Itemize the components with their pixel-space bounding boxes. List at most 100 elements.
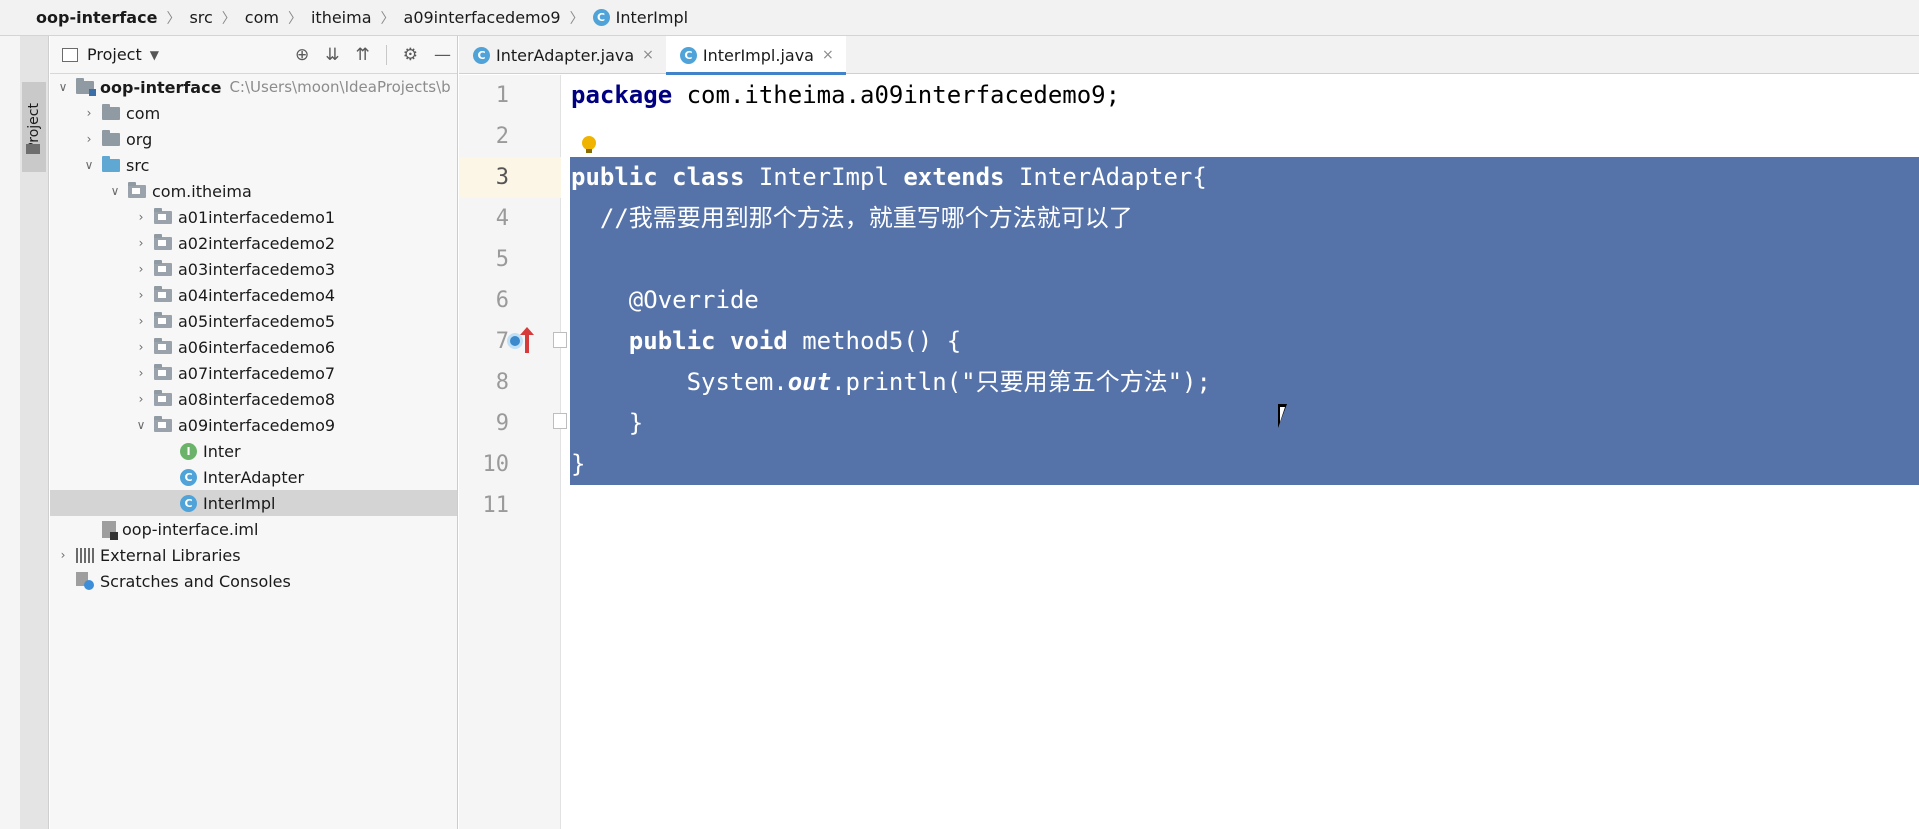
class-icon: C <box>473 46 490 64</box>
chevron-right-icon[interactable]: › <box>82 106 96 120</box>
close-icon[interactable]: × <box>822 47 834 63</box>
package-icon <box>154 233 172 250</box>
tree-item-package[interactable]: ∨ com.itheima <box>50 178 457 204</box>
library-icon <box>76 547 94 563</box>
breadcrumb-item-itheima[interactable]: itheima <box>311 8 372 27</box>
tree-item-interface[interactable]: I Inter <box>50 438 457 464</box>
tree-item-package[interactable]: › a02interfacedemo2 <box>50 230 457 256</box>
tree-item-class[interactable]: C InterAdapter <box>50 464 457 490</box>
breadcrumb-item-com[interactable]: com <box>245 8 279 27</box>
tree-item-package[interactable]: › a06interfacedemo6 <box>50 334 457 360</box>
tree-item-folder[interactable]: › com <box>50 100 457 126</box>
tree-item-source-root[interactable]: ∨ src <box>50 152 457 178</box>
line-number: 3 <box>495 165 509 190</box>
tab-interimpl-java[interactable]: C InterImpl.java × <box>665 36 846 75</box>
code-line-3: public class InterImpl extends InterAdap… <box>571 163 1207 191</box>
tree-item-package[interactable]: › a04interfacedemo4 <box>50 282 457 308</box>
tree-item-package[interactable]: › a03interfacedemo3 <box>50 256 457 282</box>
lightbulb-icon[interactable] <box>582 136 596 153</box>
package-icon <box>154 363 172 380</box>
project-view-selector[interactable]: Project <box>87 45 142 64</box>
tree-item-class-selected[interactable]: C InterImpl <box>50 490 457 516</box>
breadcrumb-separator: 〉 <box>569 10 584 27</box>
expand-all-icon[interactable]: ⇊ <box>325 45 339 65</box>
chevron-down-icon[interactable]: ∨ <box>108 184 122 198</box>
breadcrumb-item-package[interactable]: a09interfacedemo9 <box>404 8 561 27</box>
breadcrumb-item-src[interactable]: src <box>189 8 212 27</box>
chevron-down-icon[interactable]: ∨ <box>82 158 96 172</box>
project-panel-header: Project ▼ ⊕ ⇊ ⇈ ⚙ — <box>50 36 457 74</box>
fold-marker-icon[interactable] <box>553 413 567 429</box>
hide-panel-icon[interactable]: — <box>434 45 451 65</box>
code-line-1: package com.itheima.a09interfacedemo9; <box>571 81 1121 109</box>
breadcrumb-item-project[interactable]: oop-interface <box>36 8 157 27</box>
class-icon: C <box>180 468 197 486</box>
source-folder-icon <box>102 155 120 172</box>
overrides-method-icon[interactable] <box>507 333 523 349</box>
class-icon: C <box>592 9 610 26</box>
chevron-right-icon[interactable]: › <box>134 340 148 354</box>
close-icon[interactable]: × <box>642 47 654 63</box>
chevron-right-icon[interactable]: › <box>82 132 96 146</box>
project-view-icon <box>62 47 78 62</box>
chevron-down-icon[interactable]: ▼ <box>150 48 159 62</box>
chevron-right-icon[interactable]: › <box>134 210 148 224</box>
package-icon <box>154 285 172 302</box>
breadcrumb: oop-interface 〉 src 〉 com 〉 itheima 〉 a0… <box>0 0 1919 36</box>
tree-item-scratches[interactable]: Scratches and Consoles <box>50 568 457 594</box>
chevron-right-icon[interactable]: › <box>134 366 148 380</box>
line-number: 10 <box>482 452 510 477</box>
tree-item-module[interactable]: ∨ oop-interface C:\Users\moon\IdeaProjec… <box>50 74 457 100</box>
go-to-super-method-icon[interactable] <box>520 327 534 353</box>
tree-item-package[interactable]: › a05interfacedemo5 <box>50 308 457 334</box>
code-line-9: } <box>571 409 644 437</box>
class-icon: C <box>679 46 697 64</box>
line-number: 4 <box>495 206 509 231</box>
chevron-right-icon[interactable]: › <box>134 236 148 250</box>
module-file-icon <box>102 520 118 540</box>
line-number: 9 <box>495 411 509 436</box>
tree-item-file[interactable]: oop-interface.iml <box>50 516 457 542</box>
chevron-right-icon[interactable]: › <box>134 314 148 328</box>
tree-item-external-libraries[interactable]: › External Libraries <box>50 542 457 568</box>
project-toolbar: ⊕ ⇊ ⇈ ⚙ — <box>295 36 451 74</box>
tree-item-package[interactable]: › a07interfacedemo7 <box>50 360 457 386</box>
module-folder-icon <box>76 77 96 96</box>
line-number: 8 <box>495 370 509 395</box>
editor-tabs: C InterAdapter.java × C InterImpl.java × <box>459 36 1919 75</box>
chevron-right-icon[interactable]: › <box>134 288 148 302</box>
line-number: 6 <box>495 288 509 313</box>
breadcrumb-separator: 〉 <box>287 10 302 27</box>
line-number: 7 <box>495 329 509 354</box>
breadcrumb-item-class[interactable]: C InterImpl <box>592 8 688 27</box>
gear-icon[interactable]: ⚙ <box>403 45 418 65</box>
collapse-all-icon[interactable]: ⇈ <box>356 45 370 65</box>
interface-icon: I <box>180 442 197 460</box>
line-number: 1 <box>495 83 509 108</box>
folder-icon <box>102 129 120 146</box>
chevron-right-icon[interactable]: › <box>134 262 148 276</box>
chevron-right-icon[interactable]: › <box>56 548 70 562</box>
fold-marker-icon[interactable] <box>553 332 567 348</box>
tree-item-package[interactable]: ∨ a09interfacedemo9 <box>50 412 457 438</box>
line-number: 2 <box>495 124 509 149</box>
package-icon <box>154 337 172 354</box>
code-line-4: //我需要用到那个方法，就重写哪个方法就可以了 <box>571 204 1133 232</box>
folder-icon <box>102 103 120 120</box>
toolbar-divider <box>385 45 387 65</box>
tree-item-package[interactable]: › a08interfacedemo8 <box>50 386 457 412</box>
editor-gutter[interactable]: 1 2 3 4 5 6 7 8 9 10 11 <box>459 75 567 829</box>
project-tool-window-button[interactable]: Project <box>22 82 46 172</box>
code-line-8: System.out.println("只要用第五个方法"); <box>571 368 1211 396</box>
chevron-right-icon[interactable]: › <box>134 392 148 406</box>
code-editor[interactable]: 1 2 3 4 5 6 7 8 9 10 11 package com.ithe… <box>459 75 1919 829</box>
tree-item-folder[interactable]: › org <box>50 126 457 152</box>
package-icon <box>154 415 172 432</box>
chevron-down-icon[interactable]: ∨ <box>56 80 70 94</box>
tree-item-package[interactable]: › a01interfacedemo1 <box>50 204 457 230</box>
chevron-down-icon[interactable]: ∨ <box>134 418 148 432</box>
locate-icon[interactable]: ⊕ <box>295 45 309 65</box>
code-line-10: } <box>571 450 586 478</box>
tab-interadapter-java[interactable]: C InterAdapter.java × <box>459 36 666 74</box>
breadcrumb-separator: 〉 <box>380 10 395 27</box>
